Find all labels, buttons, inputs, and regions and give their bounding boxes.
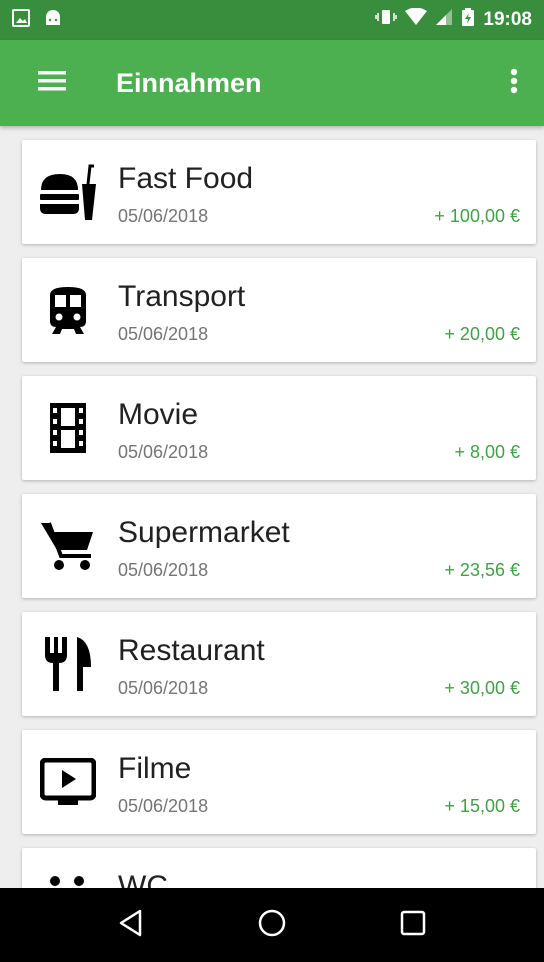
- overflow-menu-button[interactable]: [498, 55, 530, 111]
- tv-play-icon: [38, 752, 98, 812]
- train-icon: [38, 280, 98, 340]
- status-time: 19:08: [483, 9, 532, 30]
- entry-date: 05/06/2018: [118, 206, 209, 226]
- phone-screen: 19:08 Einnahmen Fast Food 05/06/2018 + 1…: [0, 0, 544, 962]
- more-vert-icon: [510, 68, 518, 99]
- vibrate-icon: [375, 8, 398, 32]
- system-navigation-bar: [0, 888, 544, 962]
- menu-button[interactable]: [24, 55, 80, 111]
- category-name: Transport: [118, 280, 246, 313]
- wifi-icon: [405, 7, 428, 32]
- category-name: Movie: [118, 398, 199, 431]
- home-circle-icon: [257, 908, 287, 943]
- status-bar: 19:08: [0, 0, 544, 40]
- page-title: Einnahmen: [116, 67, 262, 98]
- recents-square-icon: [400, 910, 426, 941]
- back-button[interactable]: [101, 895, 161, 955]
- android-notification-icon: [44, 9, 62, 32]
- category-name: WC: [118, 870, 168, 888]
- list-item[interactable]: Supermarket 05/06/2018 + 23,56 €: [22, 494, 536, 598]
- wc-icon: [38, 870, 98, 888]
- entry-amount: + 100,00 €: [434, 206, 520, 226]
- category-name: Filme: [118, 752, 192, 785]
- list-item[interactable]: Movie 05/06/2018 + 8,00 €: [22, 376, 536, 480]
- fast-food-icon: [38, 162, 98, 222]
- list-item[interactable]: Restaurant 05/06/2018 + 30,00 €: [22, 612, 536, 716]
- category-name: Restaurant: [118, 634, 265, 667]
- entry-date: 05/06/2018: [118, 796, 209, 816]
- entry-amount: + 23,56 €: [444, 560, 520, 580]
- home-button[interactable]: [242, 895, 302, 955]
- back-triangle-icon: [118, 909, 144, 942]
- film-icon: [38, 398, 98, 458]
- battery-charging-icon: [461, 7, 475, 33]
- entry-amount: + 8,00 €: [454, 442, 520, 462]
- entry-date: 05/06/2018: [118, 442, 209, 462]
- image-notification-icon: [12, 8, 30, 32]
- cell-signal-icon: [435, 8, 453, 32]
- cart-icon: [38, 516, 98, 576]
- list-item[interactable]: Transport 05/06/2018 + 20,00 €: [22, 258, 536, 362]
- category-name: Supermarket: [118, 516, 290, 549]
- entry-amount: + 15,00 €: [444, 796, 520, 816]
- income-list[interactable]: Fast Food 05/06/2018 + 100,00 € Transpor…: [0, 126, 544, 888]
- category-name: Fast Food: [118, 162, 254, 195]
- entry-amount: + 30,00 €: [444, 678, 520, 698]
- recents-button[interactable]: [383, 895, 443, 955]
- entry-date: 05/06/2018: [118, 678, 209, 698]
- entry-date: 05/06/2018: [118, 324, 209, 344]
- restaurant-icon: [38, 634, 98, 694]
- entry-date: 05/06/2018: [118, 560, 209, 580]
- list-item[interactable]: Fast Food 05/06/2018 + 100,00 €: [22, 140, 536, 244]
- entry-amount: + 20,00 €: [444, 324, 520, 344]
- list-item[interactable]: WC: [22, 848, 536, 888]
- hamburger-menu-icon: [38, 70, 66, 97]
- app-bar: Einnahmen: [0, 40, 544, 126]
- list-item[interactable]: Filme 05/06/2018 + 15,00 €: [22, 730, 536, 834]
